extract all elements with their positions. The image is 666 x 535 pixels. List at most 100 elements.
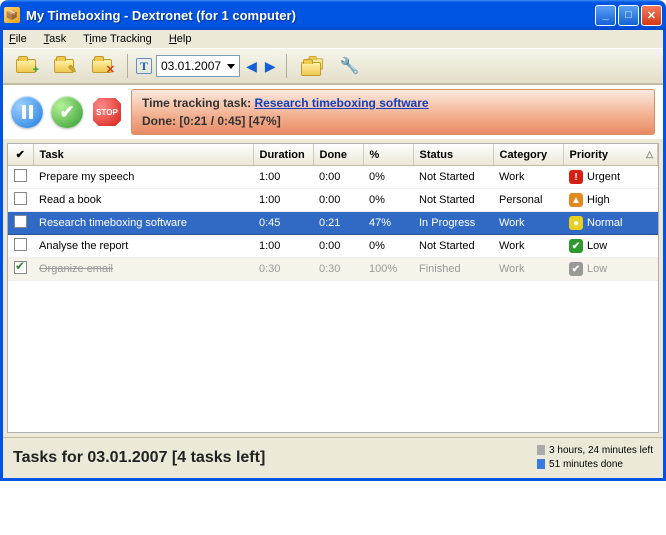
progress-remaining-icon [537, 445, 545, 455]
table-row[interactable]: Read a book1:000:000%Not StartedPersonal… [8, 189, 658, 212]
col-done[interactable]: Done [313, 144, 363, 166]
table-row[interactable]: Analyse the report 1:000:000%Not StartedW… [8, 235, 658, 258]
menu-help[interactable]: Help [169, 33, 192, 45]
menu-time-tracking[interactable]: Time Tracking [83, 33, 152, 45]
task-status: Finished [413, 258, 493, 281]
status-summary: Tasks for 03.01.2007 [4 tasks left] [13, 449, 537, 467]
edit-task-button[interactable]: ✎ [47, 53, 81, 79]
task-priority: ▲High [569, 193, 610, 207]
window-title: My Timeboxing - Dextronet (for 1 compute… [26, 8, 593, 23]
task-priority: !Urgent [569, 170, 620, 184]
options-button[interactable]: 🔧 [333, 53, 367, 79]
minimize-button[interactable]: _ [595, 5, 616, 26]
priority-icon: ✔ [569, 262, 583, 276]
task-duration: 1:00 [253, 166, 313, 189]
row-checkbox[interactable] [14, 192, 27, 205]
task-priority: ●Normal [569, 216, 622, 230]
task-category: Work [493, 212, 563, 235]
task-duration: 0:30 [253, 258, 313, 281]
priority-icon: ✔ [569, 239, 583, 253]
row-checkbox[interactable] [14, 238, 27, 251]
col-check[interactable]: ✔ [8, 144, 33, 166]
today-button[interactable]: T [136, 58, 152, 74]
task-duration: 1:00 [253, 189, 313, 212]
titlebar: 📦 My Timeboxing - Dextronet (for 1 compu… [0, 0, 666, 30]
task-percent: 0% [363, 166, 413, 189]
maximize-button[interactable]: □ [618, 5, 639, 26]
priority-icon: ▲ [569, 193, 583, 207]
status-done: 51 minutes done [549, 459, 623, 470]
priority-icon: ! [569, 170, 583, 184]
task-percent: 0% [363, 235, 413, 258]
row-checkbox[interactable] [14, 215, 27, 228]
task-name: Prepare my speech [39, 171, 134, 183]
task-percent: 47% [363, 212, 413, 235]
col-category[interactable]: Category [493, 144, 563, 166]
col-percent[interactable]: % [363, 144, 413, 166]
task-done: 0:00 [313, 166, 363, 189]
task-name: Analyse the report [39, 240, 128, 252]
task-name: Read a book [39, 194, 101, 206]
menu-task[interactable]: Task [44, 33, 67, 45]
delete-task-button[interactable]: ✕ [85, 53, 119, 79]
separator [286, 54, 287, 78]
task-category: Work [493, 258, 563, 281]
task-priority: ✔Low [569, 239, 607, 253]
tracking-task-link[interactable]: Research timeboxing software [255, 96, 429, 110]
row-checkbox[interactable] [14, 169, 27, 182]
task-status: Not Started [413, 235, 493, 258]
table-row[interactable]: Organize email0:300:30100%FinishedWork✔L… [8, 258, 658, 281]
pause-button[interactable] [11, 96, 43, 128]
statusbar: Tasks for 03.01.2007 [4 tasks left] 3 ho… [3, 437, 663, 478]
close-button[interactable]: ✕ [641, 5, 662, 26]
col-task[interactable]: Task [33, 144, 253, 166]
task-name: Organize email [39, 263, 113, 275]
menu-file[interactable]: File [9, 33, 27, 45]
chevron-down-icon [227, 64, 235, 69]
tracking-banner: Time tracking task: Research timeboxing … [131, 89, 655, 135]
prev-day-button[interactable]: ◀ [244, 58, 259, 75]
task-percent: 100% [363, 258, 413, 281]
app-icon: 📦 [4, 7, 20, 23]
tracking-label: Time tracking task: [142, 96, 251, 110]
tracking-done-value: [0:21 / 0:45] [47%] [179, 114, 280, 128]
table-row[interactable]: Prepare my speech 1:000:000%Not StartedWo… [8, 166, 658, 189]
separator [127, 54, 128, 78]
date-value: 03.01.2007 [161, 59, 221, 73]
categories-button[interactable] [295, 53, 329, 79]
task-category: Work [493, 235, 563, 258]
menubar: File Task Time Tracking Help [3, 30, 663, 48]
task-done: 0:00 [313, 189, 363, 212]
task-status: Not Started [413, 166, 493, 189]
priority-icon: ● [569, 216, 583, 230]
task-status: Not Started [413, 189, 493, 212]
date-picker[interactable]: 03.01.2007 [156, 55, 240, 77]
task-done: 0:30 [313, 258, 363, 281]
col-status[interactable]: Status [413, 144, 493, 166]
task-done: 0:00 [313, 235, 363, 258]
task-table: ✔ Task Duration Done % Status Category P… [8, 144, 658, 281]
status-details: 3 hours, 24 minutes left 51 minutes done [537, 444, 653, 472]
stop-button[interactable]: STOP [91, 96, 123, 128]
table-row[interactable]: Research timeboxing software 0:450:2147%I… [8, 212, 658, 235]
new-task-button[interactable]: + [9, 53, 43, 79]
wrench-icon: 🔧 [340, 56, 360, 76]
task-table-wrap: ✔ Task Duration Done % Status Category P… [7, 143, 659, 433]
next-day-button[interactable]: ▶ [263, 58, 278, 75]
sort-icon: △ [646, 149, 653, 160]
status-remaining: 3 hours, 24 minutes left [549, 445, 653, 456]
complete-button[interactable]: ✔ [51, 96, 83, 128]
task-status: In Progress [413, 212, 493, 235]
tracking-done-label: Done: [142, 114, 176, 128]
tracking-bar: ✔ STOP Time tracking task: Research time… [3, 84, 663, 139]
task-percent: 0% [363, 189, 413, 212]
col-priority[interactable]: Priority△ [563, 144, 658, 166]
row-checkbox[interactable] [14, 261, 27, 274]
task-done: 0:21 [313, 212, 363, 235]
col-duration[interactable]: Duration [253, 144, 313, 166]
toolbar: + ✎ ✕ T 03.01.2007 ◀ ▶ 🔧 [3, 48, 663, 84]
task-duration: 1:00 [253, 235, 313, 258]
task-name: Research timeboxing software [39, 217, 187, 229]
task-category: Work [493, 166, 563, 189]
task-duration: 0:45 [253, 212, 313, 235]
